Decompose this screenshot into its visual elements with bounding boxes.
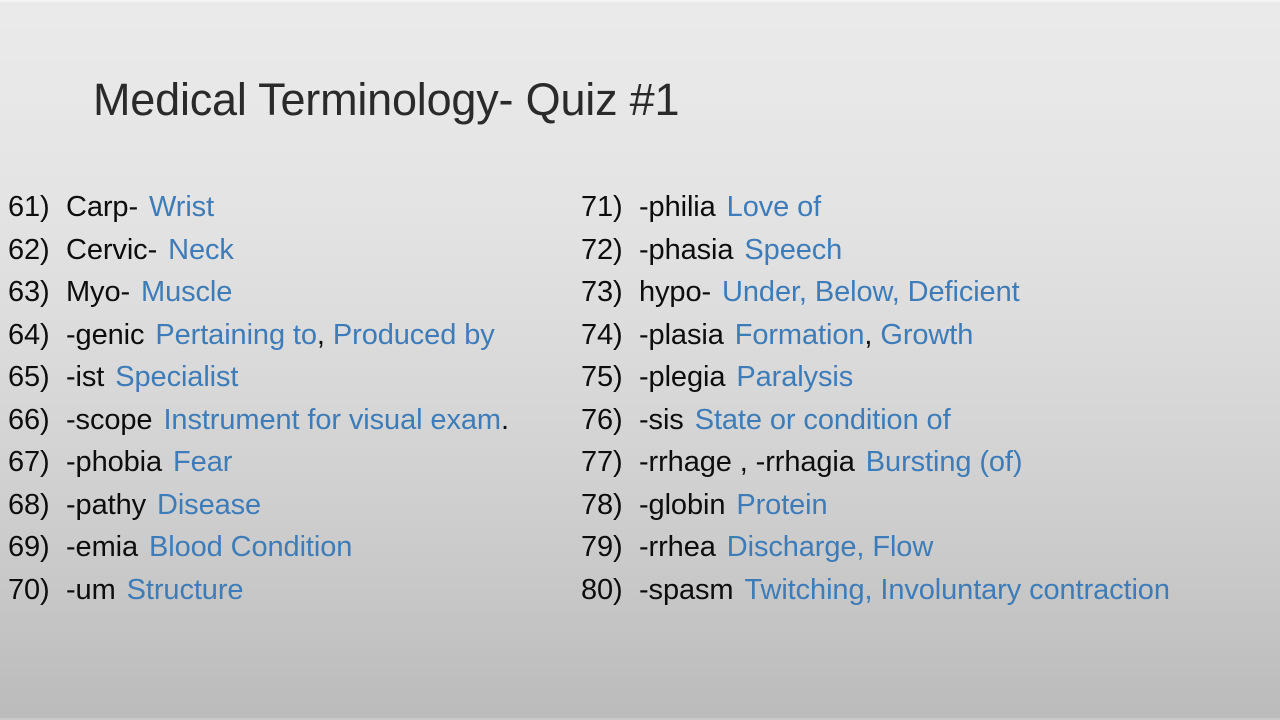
quiz-item-separator: , (864, 318, 873, 351)
quiz-item: 75) -plegia Paralysis (581, 356, 1280, 399)
quiz-item: 69) -emia Blood Condition (8, 526, 580, 569)
quiz-item: 61) Carp- Wrist (8, 186, 580, 229)
quiz-item-number: 67) (8, 446, 50, 478)
quiz-item-definition: Discharge, Flow (726, 531, 934, 563)
quiz-item: 66) -scope Instrument for visual exam. (8, 399, 580, 442)
quiz-item-term: -plegia (639, 361, 726, 393)
quiz-item: 67) -phobia Fear (8, 441, 580, 484)
quiz-item-definition: Wrist (149, 191, 215, 223)
quiz-item-definition: Fear (173, 446, 233, 478)
quiz-item: 73) hypo- Under, Below, Deficient (581, 271, 1280, 314)
quiz-item-definition: Specialist (115, 361, 239, 393)
quiz-column-right: 71) -philia Love of 72) -phasia Speech 73) hypo… (581, 186, 1280, 611)
quiz-item-definition: State or condition of (694, 403, 951, 436)
quiz-item-term: hypo- (639, 276, 712, 308)
quiz-item-term: -pathy (66, 488, 146, 521)
quiz-item-number: 73) (581, 276, 623, 308)
quiz-item-term: -rrhage , -rrhagia (639, 446, 855, 478)
quiz-item: 64) -genic Pertaining to, Produced by (8, 314, 580, 357)
quiz-item-term: -rrhea (639, 531, 716, 563)
quiz-item: 71) -philia Love of (581, 186, 1280, 229)
quiz-item-number: 75) (581, 361, 623, 393)
quiz-item-definition: Muscle (141, 276, 233, 308)
slide-canvas: Medical Terminology- Quiz #1 61) Carp- Wri… (0, 0, 1280, 720)
quiz-item-term: -philia (639, 191, 716, 223)
quiz-item: 65) -ist Specialist (8, 356, 580, 399)
quiz-item: 63) Myo- Muscle (8, 271, 580, 314)
quiz-item-definition: Twitching, Involuntary contraction (744, 573, 1170, 606)
quiz-item-term: -spasm (639, 573, 734, 606)
quiz-item-term: -ist (66, 361, 105, 393)
quiz-item-number: 61) (8, 191, 50, 223)
quiz-item-term: -genic (66, 318, 145, 351)
page-title: Medical Terminology- Quiz #1 (93, 74, 680, 125)
quiz-item-number: 64) (8, 318, 50, 351)
quiz-item-trailing-punctuation: . (500, 403, 509, 436)
quiz-item-definition: Bursting (of) (865, 446, 1023, 478)
quiz-item-definition: Speech (744, 233, 843, 266)
quiz-item: 62) Cervic- Neck (8, 229, 580, 272)
quiz-item-definition: Structure (126, 573, 244, 606)
quiz-item-term: -globin (639, 488, 726, 521)
quiz-item-number: 74) (581, 318, 623, 351)
quiz-item-term: Cervic- (66, 233, 158, 266)
quiz-item-definition-alt: Growth (880, 318, 974, 351)
quiz-item: 76) -sis State or condition of (581, 399, 1280, 442)
quiz-item: 77) -rrhage , -rrhagia Bursting (of) (581, 441, 1280, 484)
quiz-item-definition-alt: Produced by (332, 318, 495, 351)
quiz-item-number: 70) (8, 573, 50, 606)
quiz-item-number: 63) (8, 276, 50, 308)
quiz-item-separator: , (316, 318, 325, 351)
quiz-item-term: -sis (639, 403, 684, 436)
quiz-item-definition: Under, Below, Deficient (722, 276, 1020, 308)
quiz-item-term: Carp- (66, 191, 139, 223)
quiz-item-term: -phobia (66, 446, 163, 478)
quiz-column-left: 61) Carp- Wrist 62) Cervic- Neck 63) Myo- Muscle… (8, 186, 580, 611)
quiz-item-number: 80) (581, 573, 623, 606)
quiz-item: 74) -plasia Formation, Growth (581, 314, 1280, 357)
quiz-item-definition: Neck (168, 233, 234, 266)
quiz-item-definition: Pertaining to (155, 318, 317, 351)
quiz-item-number: 65) (8, 361, 50, 393)
quiz-item-term: -um (66, 573, 116, 606)
quiz-item-definition: Blood Condition (149, 531, 353, 563)
quiz-item-number: 77) (581, 446, 623, 478)
quiz-item-number: 76) (581, 403, 623, 436)
quiz-item-definition: Love of (726, 191, 822, 223)
quiz-item-definition: Formation (734, 318, 865, 351)
quiz-item-number: 69) (8, 531, 50, 563)
quiz-item-term: -emia (66, 531, 139, 563)
quiz-item-number: 78) (581, 488, 623, 521)
quiz-item-term: -plasia (639, 318, 724, 351)
quiz-item-number: 79) (581, 531, 623, 563)
quiz-item-number: 68) (8, 488, 50, 521)
quiz-item: 72) -phasia Speech (581, 229, 1280, 272)
quiz-item-number: 62) (8, 233, 50, 266)
quiz-item-number: 66) (8, 403, 50, 436)
quiz-item: 68) -pathy Disease (8, 484, 580, 527)
quiz-item-number: 71) (581, 191, 623, 223)
quiz-item: 79) -rrhea Discharge, Flow (581, 526, 1280, 569)
quiz-item: 80) -spasm Twitching, Involuntary contract… (581, 569, 1280, 612)
quiz-item-number: 72) (581, 233, 623, 266)
quiz-item: 78) -globin Protein (581, 484, 1280, 527)
quiz-item-definition: Protein (736, 488, 828, 521)
quiz-item-term: -scope (66, 403, 153, 436)
quiz-item-term: -phasia (639, 233, 734, 266)
quiz-item-definition: Instrument for visual exam (163, 403, 501, 436)
quiz-item-definition: Paralysis (736, 361, 854, 393)
quiz-item: 70) -um Structure (8, 569, 580, 612)
quiz-item-term: Myo- (66, 276, 131, 308)
quiz-item-definition: Disease (157, 488, 262, 521)
